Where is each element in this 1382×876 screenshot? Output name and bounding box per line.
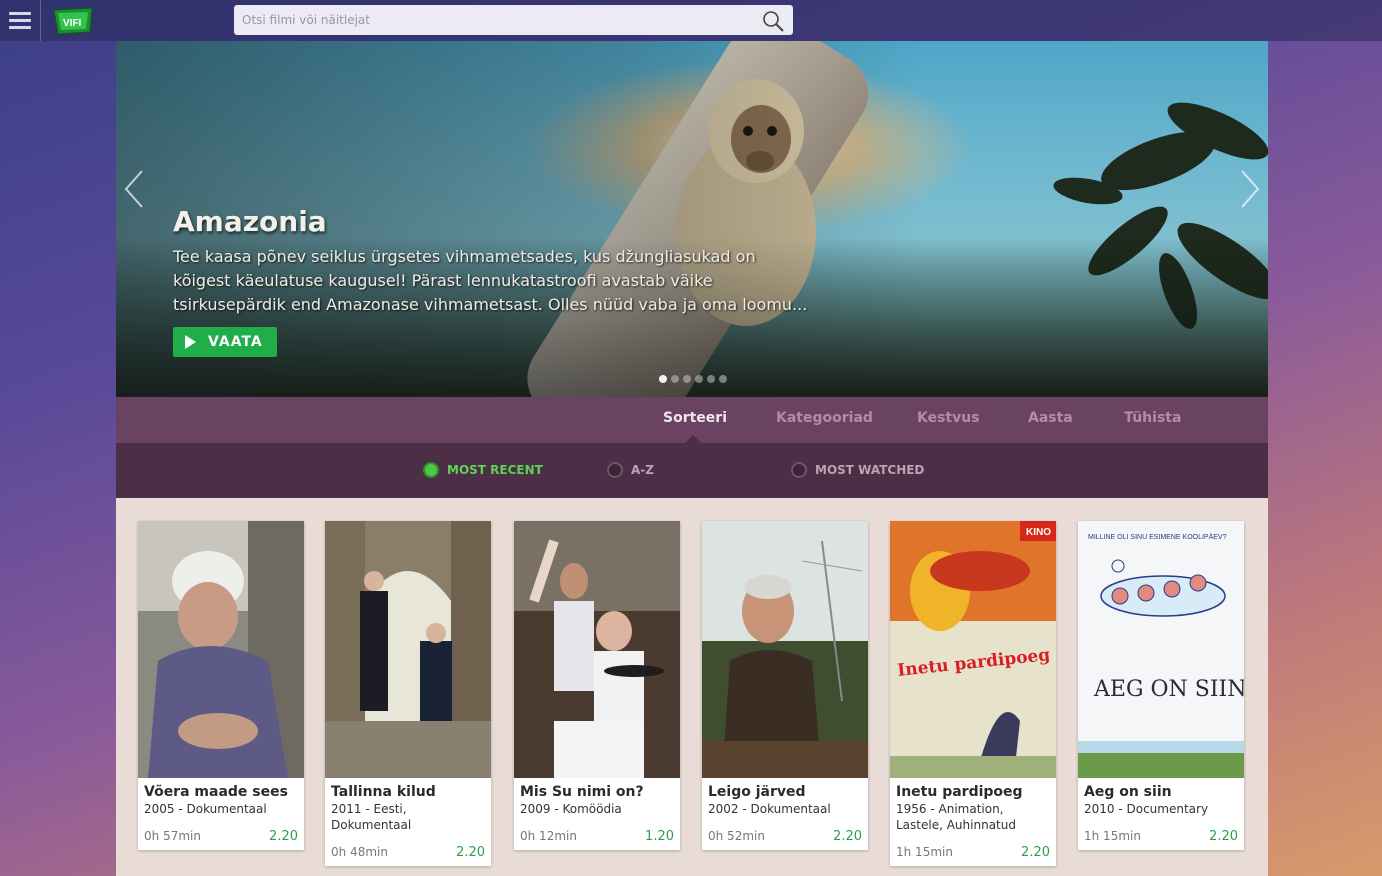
movie-title: Leigo järved — [708, 784, 806, 800]
sort-option-label: MOST WATCHED — [815, 463, 925, 477]
movie-price: 2.20 — [456, 845, 485, 860]
radio-icon — [791, 462, 807, 478]
movie-duration: 1h 15min — [1084, 829, 1141, 843]
movie-duration: 0h 57min — [144, 829, 201, 843]
movie-title: Võera maade sees — [144, 784, 288, 800]
movie-price: 2.20 — [1021, 845, 1050, 860]
radio-selected-icon — [423, 462, 439, 478]
tab-duration[interactable]: Kestvus — [917, 410, 980, 426]
poster-title-text: AEG ON SIIN — [1093, 677, 1244, 702]
movie-price: 1.20 — [645, 829, 674, 844]
movie-title: Mis Su nimi on? — [520, 784, 644, 800]
slide-dot[interactable] — [659, 375, 667, 383]
search-input[interactable] — [234, 5, 754, 35]
movie-meta: 2010 - Documentary — [1084, 802, 1209, 816]
movie-meta: 2011 - Eesti, Dokumentaal — [331, 802, 412, 832]
movie-meta: 2009 - Komöödia — [520, 802, 622, 816]
movie-card[interactable]: Mis Su nimi on? 2009 - Komöödia 0h 12min… — [514, 521, 680, 850]
sort-option-most-watched[interactable]: MOST WATCHED — [791, 462, 924, 478]
poster-tagline: MILLINE OLI SINU ESIMENE KOOLIPÄEV? — [1088, 533, 1227, 541]
movie-price: 2.20 — [833, 829, 862, 844]
sort-option-most-recent[interactable]: MOST RECENT — [423, 462, 543, 478]
slide-dot[interactable] — [683, 375, 691, 383]
hero-banner: Amazonia Tee kaasa põnev seiklus ürgsete… — [116, 41, 1268, 397]
slide-dots — [659, 375, 727, 383]
hero-description: Tee kaasa põnev seiklus ürgsetes vihmame… — [173, 247, 808, 314]
play-icon — [185, 335, 196, 349]
radio-icon — [607, 462, 623, 478]
tab-sort[interactable]: Sorteeri — [663, 410, 727, 426]
filter-bar: Sorteeri Kategooriad Kestvus Aasta Tühis… — [116, 397, 1268, 443]
slide-dot[interactable] — [671, 375, 679, 383]
movie-price: 2.20 — [269, 829, 298, 844]
movie-poster — [702, 521, 868, 778]
tab-clear[interactable]: Tühista — [1124, 410, 1181, 426]
watch-button[interactable]: VAATA — [173, 327, 277, 357]
movie-poster: KINO Inetu pardipoeg — [890, 521, 1056, 778]
movie-grid: Võera maade sees 2005 - Dokumentaal 0h 5… — [116, 498, 1268, 876]
movie-duration: 0h 48min — [331, 845, 388, 859]
tab-year[interactable]: Aasta — [1028, 410, 1073, 426]
movie-card[interactable]: Tallinna kilud 2011 - Eesti, Dokumentaal… — [325, 521, 491, 866]
movie-card[interactable]: Leigo järved 2002 - Dokumentaal 0h 52min… — [702, 521, 868, 850]
search-icon[interactable] — [761, 9, 785, 33]
slide-dot[interactable] — [707, 375, 715, 383]
prev-slide-arrow-icon[interactable] — [122, 169, 146, 209]
movie-duration: 0h 12min — [520, 829, 577, 843]
sort-option-a-z[interactable]: A-Z — [607, 462, 654, 478]
sort-option-label: A-Z — [631, 463, 654, 477]
poster-badge: KINO — [1026, 527, 1051, 538]
movie-card[interactable]: Võera maade sees 2005 - Dokumentaal 0h 5… — [138, 521, 304, 850]
vifi-logo[interactable]: VIFI — [52, 6, 94, 36]
watch-button-label: VAATA — [208, 334, 263, 350]
tab-categories[interactable]: Kategooriad — [776, 410, 873, 426]
hero-title: Amazonia — [173, 205, 327, 238]
active-tab-caret — [685, 435, 701, 443]
menu-icon[interactable] — [0, 0, 41, 41]
search-box — [234, 5, 793, 35]
movie-card[interactable]: MILLINE OLI SINU ESIMENE KOOLIPÄEV? AEG … — [1078, 521, 1244, 850]
movie-title: Tallinna kilud — [331, 784, 436, 800]
slide-dot[interactable] — [719, 375, 727, 383]
movie-title: Inetu pardipoeg — [896, 784, 1023, 800]
sort-option-label: MOST RECENT — [447, 463, 543, 477]
movie-card[interactable]: KINO Inetu pardipoeg Inetu pardipoeg 195… — [890, 521, 1056, 866]
movie-meta: 2002 - Dokumentaal — [708, 802, 831, 816]
movie-poster — [138, 521, 304, 778]
movie-meta: 2005 - Dokumentaal — [144, 802, 267, 816]
sort-bar: MOST RECENT A-Z MOST WATCHED — [116, 443, 1268, 498]
logo-text: VIFI — [63, 18, 82, 29]
movie-duration: 1h 15min — [896, 845, 953, 859]
movie-price: 2.20 — [1209, 829, 1238, 844]
top-bar: VIFI — [0, 0, 1382, 41]
movie-poster — [514, 521, 680, 778]
movie-duration: 0h 52min — [708, 829, 765, 843]
movie-title: Aeg on siin — [1084, 784, 1172, 800]
movie-poster: MILLINE OLI SINU ESIMENE KOOLIPÄEV? AEG … — [1078, 521, 1244, 778]
movie-meta: 1956 - Animation, Lastele, Auhinnatud — [896, 802, 1016, 832]
next-slide-arrow-icon[interactable] — [1238, 169, 1262, 209]
slide-dot[interactable] — [695, 375, 703, 383]
movie-poster — [325, 521, 491, 778]
